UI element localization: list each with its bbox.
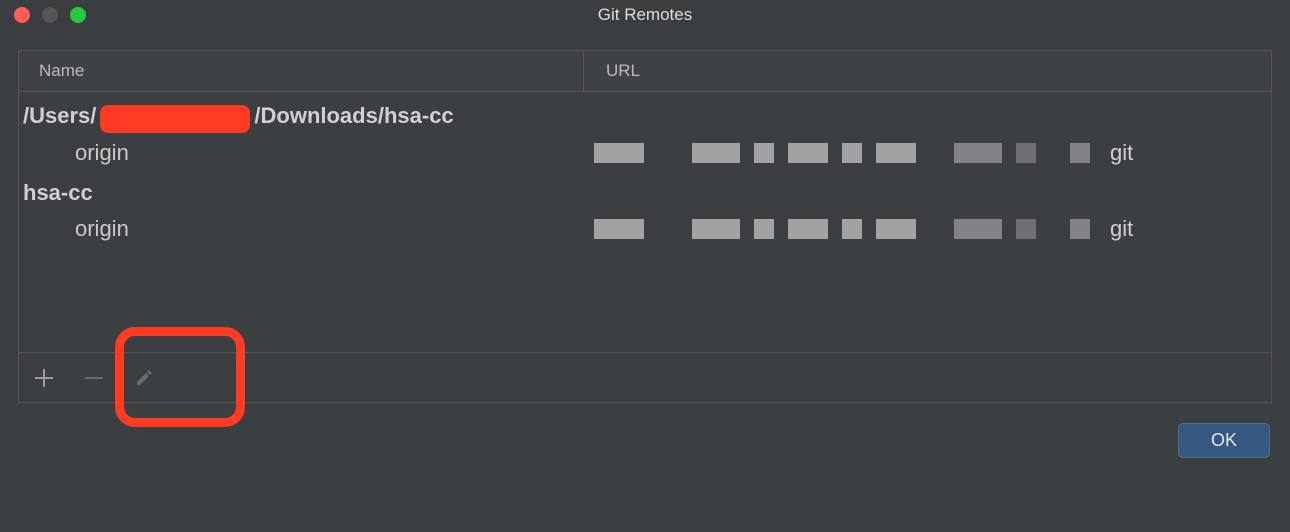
plus-icon — [35, 369, 53, 387]
remote-url-redacted: git — [584, 140, 1271, 166]
window-title: Git Remotes — [0, 5, 1290, 25]
titlebar: Git Remotes — [0, 0, 1290, 30]
column-header-row: Name URL — [19, 51, 1271, 92]
url-extension: git — [1110, 140, 1133, 166]
column-url-header[interactable]: URL — [584, 51, 1271, 91]
repo-path-prefix: /Users/ — [23, 103, 96, 129]
edit-button[interactable] — [119, 353, 169, 403]
redacted-username — [100, 105, 250, 133]
remote-name: origin — [19, 140, 584, 166]
add-button[interactable] — [19, 353, 69, 403]
remotes-panel: Name URL /Users/ /Downloads/hsa-cc origi… — [18, 50, 1272, 403]
maximize-icon[interactable] — [70, 7, 86, 23]
repo-path-prefix: hsa-cc — [23, 180, 93, 206]
remote-row[interactable]: origin git — [19, 134, 1271, 176]
dialog-footer: OK — [0, 403, 1290, 458]
minus-icon — [85, 369, 103, 387]
remote-name: origin — [19, 216, 584, 242]
repo-path-suffix: /Downloads/hsa-cc — [254, 103, 453, 129]
pencil-icon — [135, 369, 153, 387]
remote-url-redacted: git — [584, 216, 1271, 242]
remotes-tree[interactable]: /Users/ /Downloads/hsa-cc origin git — [19, 92, 1271, 252]
repo-group-label[interactable]: /Users/ /Downloads/hsa-cc — [19, 98, 1271, 134]
repo-group-label[interactable]: hsa-cc — [19, 176, 1271, 210]
url-extension: git — [1110, 216, 1133, 242]
remote-row[interactable]: origin git — [19, 210, 1271, 252]
minimize-icon — [42, 7, 58, 23]
column-name-header[interactable]: Name — [19, 51, 584, 91]
close-icon[interactable] — [14, 7, 30, 23]
ok-button[interactable]: OK — [1178, 423, 1270, 458]
toolbar — [19, 352, 1271, 402]
window-controls — [0, 7, 86, 23]
remove-button[interactable] — [69, 353, 119, 403]
